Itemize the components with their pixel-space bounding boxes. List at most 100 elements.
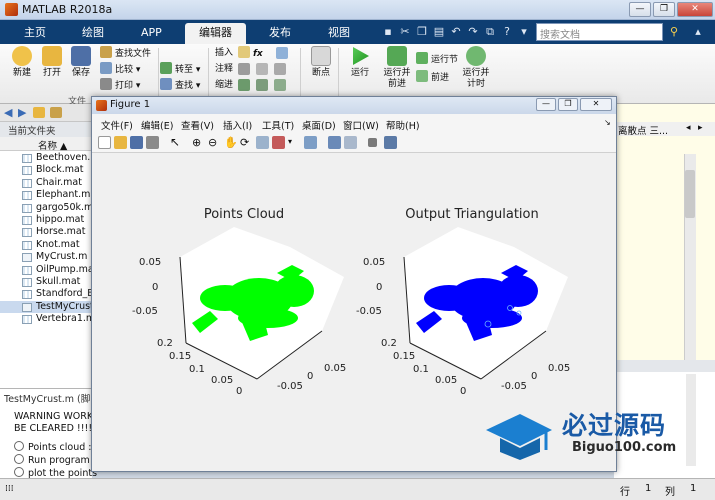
tab-home[interactable]: 主页: [10, 23, 60, 44]
copy-icon[interactable]: ❐: [414, 24, 430, 40]
search-icon[interactable]: ⚲: [666, 24, 682, 40]
minimize-button[interactable]: —: [629, 2, 651, 17]
tab-view[interactable]: 视图: [314, 23, 364, 44]
increase-indent-icon[interactable]: [256, 79, 268, 91]
menu-help[interactable]: 帮助(H): [386, 118, 420, 132]
brush-icon[interactable]: [272, 136, 285, 149]
insert-button[interactable]: 插入: [215, 46, 233, 61]
file-list-item[interactable]: hippo.mat: [0, 214, 92, 226]
menu-desktop[interactable]: 桌面(D): [302, 118, 336, 132]
open-file-icon[interactable]: [114, 136, 127, 149]
figure-minimize-button[interactable]: —: [536, 98, 556, 111]
new-button[interactable]: 新建: [7, 46, 37, 79]
save-button[interactable]: 保存: [66, 46, 96, 79]
maximize-button[interactable]: ❐: [653, 2, 675, 17]
tab-publish[interactable]: 发布: [255, 23, 305, 44]
back-icon[interactable]: ◀: [4, 106, 12, 119]
name-column-header[interactable]: 名称 ▲: [0, 137, 92, 152]
save-icon[interactable]: ▪: [380, 24, 396, 40]
print-button[interactable]: 打印 ▾: [100, 78, 140, 93]
run-button[interactable]: 运行: [345, 46, 375, 79]
comment-button[interactable]: 注释: [215, 62, 233, 77]
run-section-button[interactable]: 运行节: [416, 52, 458, 67]
redo-icon[interactable]: ↷: [465, 24, 481, 40]
zoom-in-icon[interactable]: ⊕: [192, 136, 205, 149]
run-and-advance-button[interactable]: 运行并前进: [380, 46, 414, 90]
file-list-item[interactable]: Knot.mat: [0, 239, 92, 251]
find-files-button[interactable]: 查找文件: [100, 46, 151, 61]
show-plot-tools-icon[interactable]: [384, 136, 397, 149]
file-list-item[interactable]: OilPump.mat: [0, 264, 92, 276]
close-button[interactable]: ✕: [677, 2, 713, 17]
cut-icon[interactable]: ✂: [397, 24, 413, 40]
file-list-item[interactable]: gargo50k.mat: [0, 202, 92, 214]
tab-editor[interactable]: 编辑器: [185, 23, 246, 44]
file-list-item[interactable]: MyCrust.m: [0, 251, 92, 263]
menu-edit[interactable]: 编辑(E): [141, 118, 173, 132]
help-icon[interactable]: ?: [499, 24, 515, 40]
undo-icon[interactable]: ↶: [448, 24, 464, 40]
file-list-item[interactable]: Chair.mat: [0, 177, 92, 189]
ribbon-separator: [300, 48, 301, 98]
find-button[interactable]: 查找 ▾: [160, 78, 200, 93]
paste-icon[interactable]: ▤: [431, 24, 447, 40]
up-folder-icon[interactable]: [33, 107, 45, 118]
switch-windows-icon[interactable]: ⧉: [482, 24, 498, 40]
menu-window[interactable]: 窗口(W): [343, 118, 379, 132]
insert-colorbar-icon[interactable]: [328, 136, 341, 149]
menu-file[interactable]: 文件(F): [101, 118, 133, 132]
search-docs-input[interactable]: 搜索文档: [536, 23, 663, 41]
wrap-comments-icon[interactable]: [274, 63, 286, 75]
advance-button[interactable]: 前进: [416, 70, 449, 85]
insert-legend-icon[interactable]: [344, 136, 357, 149]
compare-button[interactable]: 比较 ▾: [100, 62, 140, 77]
menu-tools[interactable]: 工具(T): [262, 118, 294, 132]
file-list-item[interactable]: Beethoven.mat: [0, 152, 92, 164]
forward-icon[interactable]: ▶: [18, 106, 26, 119]
zoom-out-icon[interactable]: ⊖: [208, 136, 221, 149]
tab-scroll-right-icon[interactable]: ▸: [698, 123, 703, 133]
tab-scroll-left-icon[interactable]: ◂: [686, 123, 691, 133]
dropdown-icon[interactable]: ▾: [516, 24, 532, 40]
breakpoints-button[interactable]: 断点: [306, 46, 336, 79]
save-figure-icon[interactable]: [130, 136, 143, 149]
comment-icon[interactable]: [238, 63, 250, 75]
run-and-time-button[interactable]: 运行并计时: [460, 46, 492, 90]
menu-view[interactable]: 查看(V): [181, 118, 214, 132]
hide-plot-tools-icon[interactable]: [368, 138, 377, 147]
figure-maximize-button[interactable]: ❐: [558, 98, 578, 111]
uncomment-icon[interactable]: [256, 63, 268, 75]
print-icon: [100, 78, 112, 90]
file-list-item[interactable]: TestMyCrust.m: [0, 300, 92, 314]
insert-text-icon[interactable]: [276, 47, 288, 59]
file-list-item[interactable]: Elephant.mat: [0, 189, 92, 201]
editor-scrollbar-thumb[interactable]: [685, 170, 695, 218]
link-plot-icon[interactable]: [304, 136, 317, 149]
new-figure-icon[interactable]: [98, 136, 111, 149]
indent-button[interactable]: 缩进: [215, 78, 233, 93]
file-list-item[interactable]: Vertebra1.mat: [0, 313, 92, 325]
smart-indent-icon[interactable]: [238, 79, 250, 91]
file-list-item[interactable]: Horse.mat: [0, 226, 92, 238]
print-figure-icon[interactable]: [146, 136, 159, 149]
pointer-icon[interactable]: ↖: [170, 136, 183, 149]
rotate-3d-icon[interactable]: ⟳: [240, 136, 253, 149]
file-list-item[interactable]: Standford_Bu: [0, 288, 92, 300]
menu-insert[interactable]: 插入(I): [223, 118, 252, 132]
open-button[interactable]: 打开: [37, 46, 67, 79]
tab-apps[interactable]: APP: [127, 23, 176, 44]
menubar-dock-icon[interactable]: ↘: [604, 118, 611, 127]
data-cursor-icon[interactable]: [256, 136, 269, 149]
goto-button[interactable]: 转至 ▾: [160, 62, 200, 77]
tab-plots[interactable]: 绘图: [68, 23, 118, 44]
file-list-item[interactable]: Block.mat: [0, 164, 92, 176]
insert-function-button[interactable]: fx: [238, 46, 263, 61]
brush-dropdown-icon[interactable]: ▾: [288, 137, 292, 146]
left-plot-title: Points Cloud: [203, 207, 285, 222]
figure-close-button[interactable]: ✕: [580, 98, 612, 111]
file-list-item[interactable]: Skull.mat: [0, 276, 92, 288]
pan-icon[interactable]: ✋: [224, 136, 238, 149]
decrease-indent-icon[interactable]: [274, 79, 286, 91]
browse-folder-icon[interactable]: [50, 107, 62, 118]
ribbon-collapse-icon[interactable]: ▴: [690, 24, 706, 40]
